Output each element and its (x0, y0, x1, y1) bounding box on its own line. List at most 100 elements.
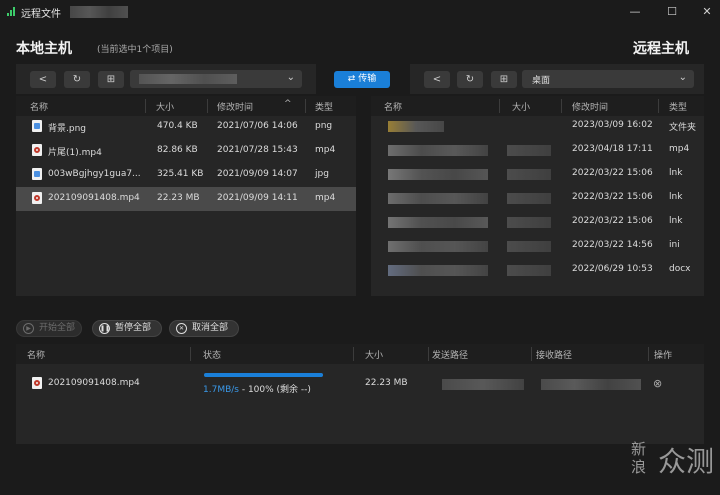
close-button[interactable]: ✕ (697, 3, 717, 21)
col-name[interactable]: 名称 (384, 100, 402, 113)
col-type[interactable]: 类型 (315, 100, 333, 113)
table-row[interactable]: 003wBgjhgy1gua7... 325.41 KB 2021/09/09 … (16, 163, 356, 187)
folder-plus-icon: ⊞ (499, 74, 509, 85)
selection-count: (当前选中1个项目) (97, 45, 173, 55)
table-row[interactable]: 2023/03/09 16:02 文件夹 (371, 114, 704, 138)
col-size[interactable]: 大小 (156, 100, 174, 113)
chevron-down-icon: ⌄ (678, 72, 687, 83)
new-folder-button[interactable]: ⊞ (98, 71, 124, 88)
table-row[interactable]: 2022/03/22 14:56 ini (371, 234, 704, 258)
table-row[interactable]: 2022/06/29 10:53 docx (371, 258, 704, 282)
table-row[interactable]: 背景.png 470.4 KB 2021/07/06 14:06 png (16, 115, 356, 139)
file-size: 82.86 KB (157, 145, 198, 155)
file-name: 003wBgjhgy1gua7... (48, 169, 141, 179)
play-icon: ▶ (23, 323, 34, 334)
back-button[interactable]: < (30, 71, 56, 88)
file-modified: 2021/09/09 14:11 (217, 193, 298, 203)
col-modified[interactable]: 修改时间 (217, 100, 253, 113)
redacted-send-path (442, 379, 524, 390)
col-name[interactable]: 名称 (30, 100, 48, 113)
table-row[interactable]: 2022/03/22 15:06 lnk (371, 162, 704, 186)
sort-ascending-icon: ^ (284, 99, 292, 109)
table-row[interactable]: 2022/03/22 15:06 lnk (371, 210, 704, 234)
remove-transfer-icon[interactable]: ⊗ (653, 377, 662, 390)
file-modified: 2021/07/06 14:06 (217, 121, 298, 131)
transfer-progress-fill (204, 373, 323, 377)
cancel-all-label: 取消全部 (192, 323, 229, 333)
redacted-size (507, 145, 551, 156)
file-size: 470.4 KB (157, 121, 198, 131)
local-toolbar: < ↻ ⊞ ⌄ (16, 64, 316, 94)
file-type: docx (669, 264, 691, 274)
maximize-button[interactable]: ☐ (662, 3, 682, 21)
title-bar: 远程文件 — ☐ ✕ (0, 0, 720, 24)
file-name: 背景.png (48, 124, 86, 134)
file-modified: 2022/06/29 10:53 (572, 264, 653, 274)
image-file-icon (32, 120, 42, 132)
watermark-text-b: 浪 (631, 458, 647, 476)
table-row[interactable]: 2022/03/22 15:06 lnk (371, 186, 704, 210)
col-size[interactable]: 大小 (512, 100, 530, 113)
chevron-left-icon: < (38, 74, 48, 85)
cancel-all-button[interactable]: ✕ 取消全部 (169, 320, 239, 337)
file-type: mp4 (669, 144, 690, 154)
file-type: mp4 (315, 145, 336, 155)
col-send-path: 发送路径 (432, 351, 469, 361)
pause-icon: ❚❚ (99, 323, 111, 334)
redacted-size (507, 265, 551, 276)
transfer-button[interactable]: ⇄ 传输 (334, 71, 390, 88)
col-receive-path: 接收路径 (536, 351, 573, 361)
queue-column-header: 名称 状态 大小 发送路径 接收路径 操作 (16, 344, 704, 364)
minimize-button[interactable]: — (625, 3, 645, 21)
remote-file-list: 名称 大小 修改时间 类型 2023/03/09 16:02 文件夹 2023/… (371, 96, 704, 296)
transfer-progress-text: - 100% (剩余 --) (238, 385, 311, 395)
file-modified: 2023/03/09 16:02 (572, 120, 653, 130)
file-type: png (315, 121, 333, 131)
file-type: ini (669, 240, 680, 250)
start-all-label: 开始全部 (39, 323, 76, 333)
file-type: mp4 (315, 193, 336, 203)
local-path-select[interactable]: ⌄ (130, 70, 302, 88)
remote-new-folder-button[interactable]: ⊞ (491, 71, 517, 88)
table-row[interactable]: 2023/04/18 17:11 mp4 (371, 138, 704, 162)
local-host-heading: 本地主机 (16, 41, 72, 57)
remote-path-select[interactable]: 桌面 ⌄ (522, 70, 694, 88)
queue-row[interactable]: 202109091408.mp4 1.7MB/s - 100% (剩余 --) … (16, 372, 704, 396)
redacted-title (70, 6, 128, 18)
col-actions: 操作 (654, 351, 673, 361)
pause-all-button[interactable]: ❚❚ 暂停全部 (92, 320, 162, 337)
col-type[interactable]: 类型 (669, 100, 687, 113)
col-modified[interactable]: 修改时间 (572, 100, 608, 113)
file-type: jpg (315, 169, 329, 179)
chevron-left-icon: < (432, 74, 442, 85)
file-modified: 2022/03/22 15:06 (572, 216, 653, 226)
file-name: 片尾(1).mp4 (48, 148, 102, 158)
table-row-selected[interactable]: 202109091408.mp4 22.23 MB 2021/09/09 14:… (16, 187, 356, 211)
redacted-name (388, 145, 488, 156)
queue-file-size: 22.23 MB (365, 378, 408, 388)
redacted-name (388, 193, 488, 204)
redacted-name (388, 169, 488, 180)
chevron-down-icon: ⌄ (286, 72, 295, 83)
remote-column-header: 名称 大小 修改时间 类型 (371, 96, 704, 116)
window-title: 远程文件 (21, 9, 61, 20)
queue-file-name: 202109091408.mp4 (48, 378, 140, 388)
file-type: lnk (669, 192, 683, 202)
col-name: 名称 (27, 351, 46, 361)
table-row[interactable]: 片尾(1).mp4 82.86 KB 2021/07/28 15:43 mp4 (16, 139, 356, 163)
refresh-icon: ↻ (72, 74, 82, 85)
file-modified: 2022/03/22 15:06 (572, 168, 653, 178)
redacted-name (388, 217, 488, 228)
col-status: 状态 (203, 351, 222, 361)
redacted-size (507, 169, 551, 180)
file-size: 325.41 KB (157, 169, 204, 179)
transfer-speed: 1.7MB/s (203, 385, 239, 395)
file-modified: 2021/07/28 15:43 (217, 145, 298, 155)
remote-back-button[interactable]: < (424, 71, 450, 88)
file-modified: 2021/09/09 14:07 (217, 169, 298, 179)
remote-refresh-button[interactable]: ↻ (457, 71, 483, 88)
queue-status: 1.7MB/s - 100% (剩余 --) (203, 382, 311, 395)
start-all-button[interactable]: ▶ 开始全部 (16, 320, 82, 337)
remote-host-heading: 远程主机 (633, 41, 689, 57)
refresh-button[interactable]: ↻ (64, 71, 90, 88)
